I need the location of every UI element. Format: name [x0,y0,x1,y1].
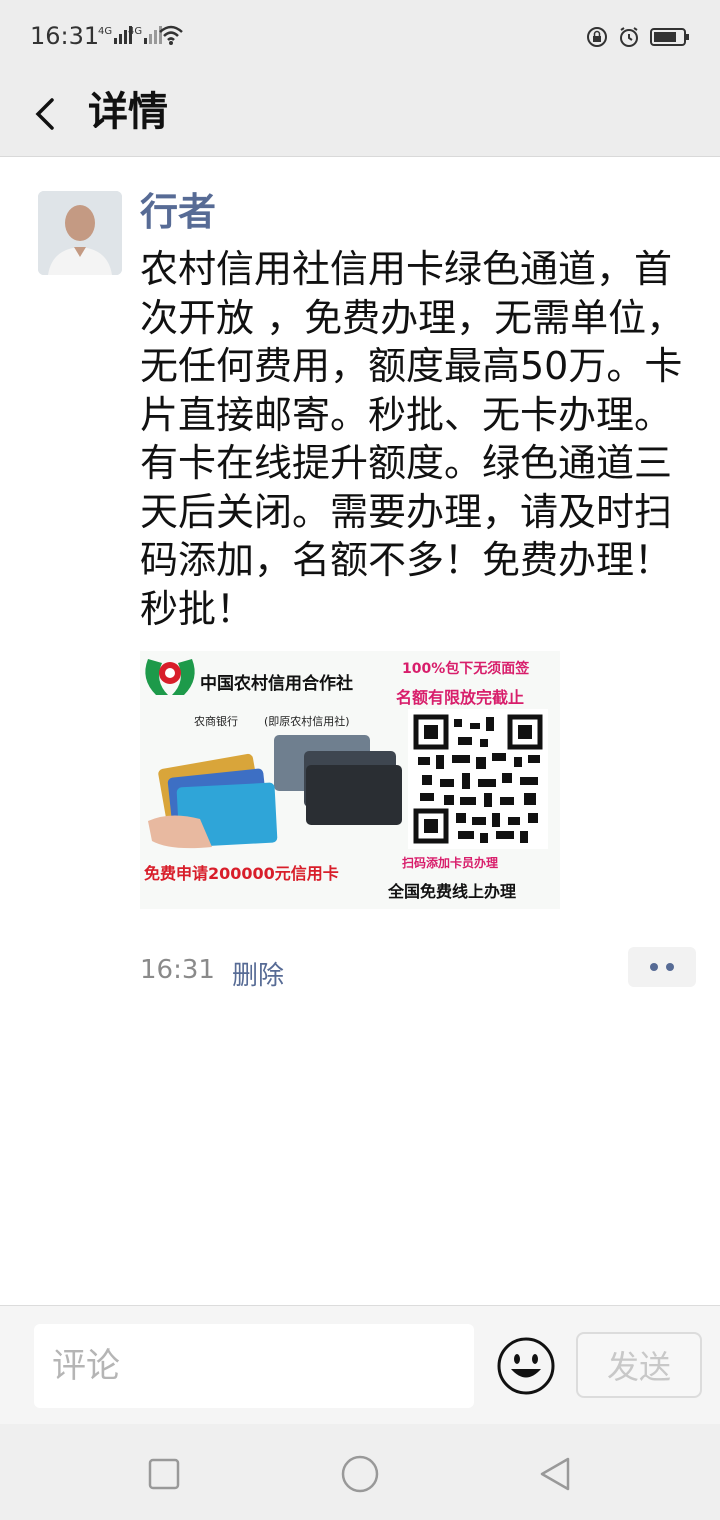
post-detail: 行者 农村信用社信用卡绿色通道，首次开放 ，免费办理，无需单位，无任何费用，额度… [0,157,720,1305]
page-title: 详情 [88,89,168,135]
bank-name: 中国农村信用合作社 [200,673,353,694]
nav-bar: 详情 [0,72,720,157]
post-image[interactable]: 中国农村信用合作社 100%包下无须面签 名额有限放完截止 农商银行 (即原农村… [140,651,560,909]
promo-line-1: 100%包下无须面签 [402,660,530,677]
post-time: 16:31 [140,955,215,985]
status-bar: 16:31 4G 4G [0,0,720,72]
subtitle-2: (即原农村信用社) [264,714,350,728]
status-time: 16:31 [30,22,100,50]
subtitle-1: 农商银行 [194,714,238,728]
lock-rotation-icon [587,27,607,47]
dot-icon [650,963,658,971]
dot-icon [666,963,674,971]
wifi-icon [159,25,183,45]
back-arrow-icon[interactable] [24,86,68,142]
apply-text: 免费申请200000元信用卡 [144,864,339,883]
post-text: 农村信用社信用卡绿色通道，首次开放 ，免费办理，无需单位，无任何费用，额度最高5… [140,247,685,631]
author-name[interactable]: 行者 [140,181,216,236]
send-button[interactable]: 发送 [576,1332,702,1398]
emoji-icon[interactable] [496,1336,556,1396]
delete-button[interactable]: 删除 [232,955,284,992]
battery-icon [650,28,689,46]
comment-bar: 发送 [0,1305,720,1424]
system-navigation-bar [0,1424,720,1520]
svg-text:4G: 4G [128,26,142,37]
comment-input[interactable] [34,1324,474,1408]
more-actions-button[interactable] [628,947,696,987]
status-icons [586,24,690,50]
avatar[interactable] [38,191,122,275]
qr-code [408,709,548,849]
home-icon[interactable] [338,1452,382,1496]
avatar-photo [38,191,122,275]
recent-apps-icon[interactable] [142,1452,186,1496]
back-nav-icon[interactable] [534,1452,578,1496]
promo-image: 中国农村信用合作社 100%包下无须面签 名额有限放完截止 农商银行 (即原农村… [140,651,560,909]
svg-text:4G: 4G [98,26,112,37]
online-text: 全国免费线上办理 [387,882,516,901]
scan-text: 扫码添加卡员办理 [402,855,498,870]
alarm-icon [620,27,638,47]
promo-line-2: 名额有限放完截止 [396,688,524,707]
